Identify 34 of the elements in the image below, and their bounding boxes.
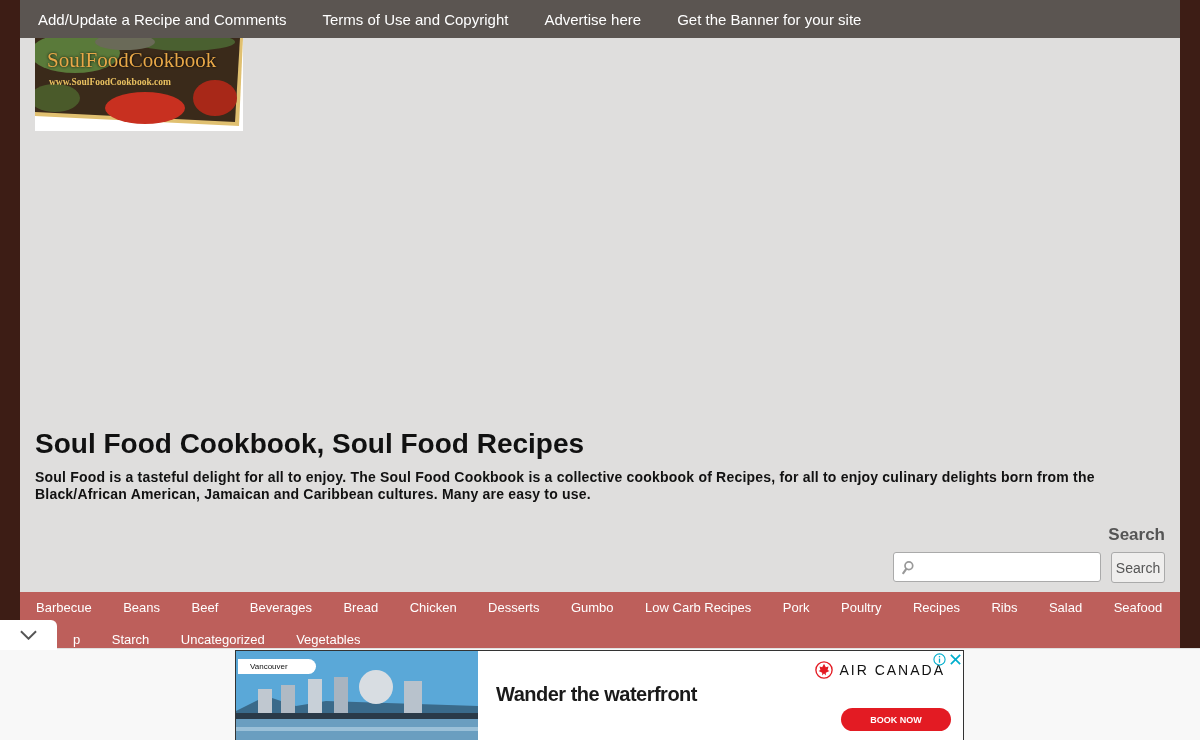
category-link[interactable]: Starch [111, 632, 150, 647]
category-link[interactable]: p [73, 632, 81, 647]
category-link[interactable]: Seafood [1113, 600, 1163, 615]
category-link[interactable]: Uncategorized [180, 632, 265, 647]
category-link[interactable]: Beef [191, 600, 219, 615]
site-description: Soul Food is a tasteful delight for all to enjoy. The Soul Food Cookbook is a collective cookbook of Recipes, for all to enjoy culinary delights born from the Black/African American, Jamaican and Caribbean cultures. Many are easy to use. [35, 469, 1096, 503]
nav-link[interactable]: Get the Banner for your site [677, 10, 862, 28]
category-link[interactable]: Low Carb Recipes [645, 600, 752, 615]
category-link[interactable]: Beans [123, 600, 161, 615]
search-button[interactable]: Search [1111, 552, 1165, 583]
category-link[interactable]: Desserts [488, 600, 540, 615]
ad-headline: Wander the waterfront [496, 683, 697, 706]
category-link[interactable]: Beverages [249, 600, 312, 615]
category-link[interactable]: Pork [782, 600, 810, 615]
nav-link[interactable]: Terms of Use and Copyright [322, 10, 509, 28]
logo-url: www.SoulFoodCookbook.com [49, 77, 171, 87]
nav-link[interactable]: Add/Update a Recipe and Comments [38, 10, 287, 28]
ad-banner[interactable]: Vancouver AIR CANADA Wander the waterfront BOOK NOW [235, 650, 964, 740]
nav-link[interactable]: Advertise here [544, 10, 642, 28]
category-link[interactable]: Bread [343, 600, 379, 615]
category-link[interactable]: Vegetables [296, 632, 361, 647]
category-link[interactable]: Salad [1048, 600, 1083, 615]
category-link[interactable]: Recipes [912, 600, 960, 615]
category-link[interactable]: Poultry [841, 600, 882, 615]
category-link[interactable]: Chicken [409, 600, 457, 615]
book-button[interactable]: BOOK NOW [841, 708, 951, 731]
brand-name: AIR CANADA [839, 662, 945, 678]
search-heading: Search [1108, 525, 1165, 545]
location-badge: Vancouver [238, 659, 316, 674]
category-link[interactable]: Ribs [991, 600, 1018, 615]
site-title: Soul Food Cookbook, Soul Food Recipes [35, 428, 586, 460]
category-link[interactable]: Barbecue [36, 600, 92, 615]
logo-title: SoulFoodCookbook [47, 48, 217, 73]
category-link[interactable]: Gumbo [570, 600, 614, 615]
